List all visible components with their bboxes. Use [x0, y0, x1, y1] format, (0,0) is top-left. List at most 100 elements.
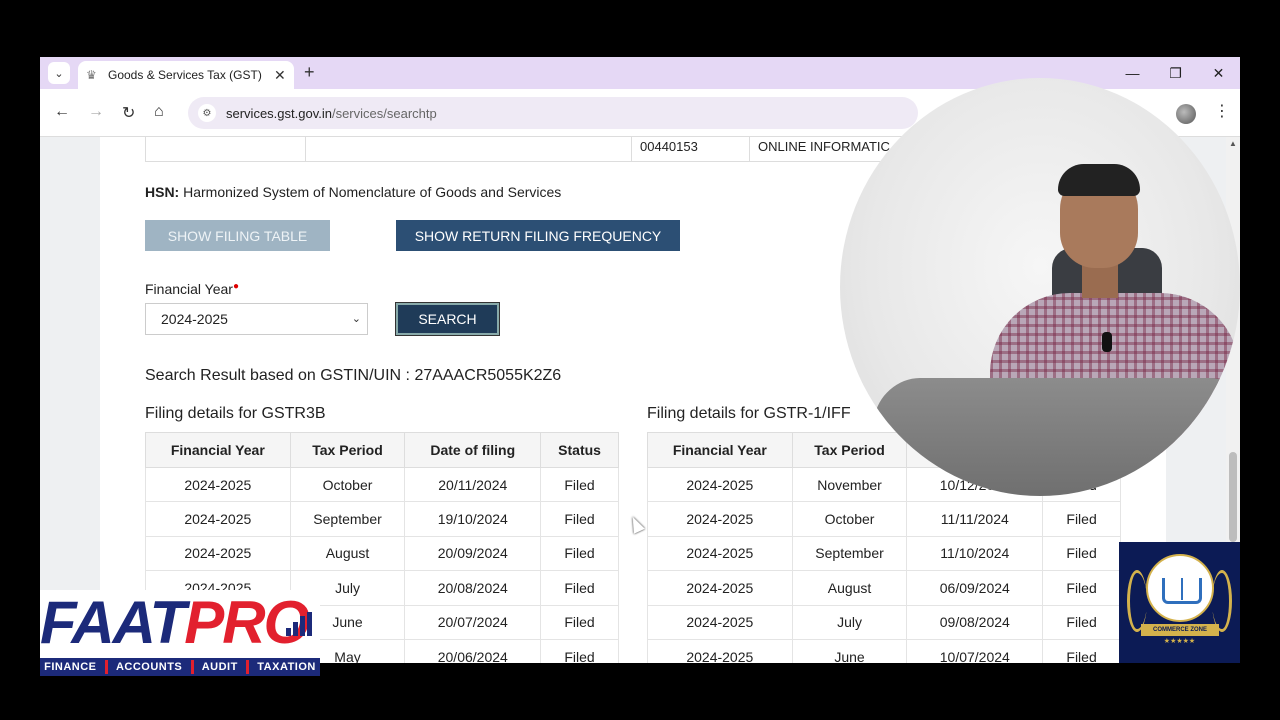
browser-tab-gst[interactable]: ♛ Goods & Services Tax (GST) | Se ✕ [78, 61, 294, 89]
table-row: 2024-2025 September 19/10/2024 Filed [145, 501, 619, 537]
table-cell: 2024-2025 [647, 638, 793, 663]
table-row: 2024-2025 October 11/11/2024 Filed [647, 501, 1121, 537]
table-cell: 20/07/2024 [404, 604, 542, 640]
search-result-heading: Search Result based on GSTIN/UIN : 27AAA… [145, 367, 562, 384]
table-cell: 2024-2025 [145, 466, 291, 503]
column-header: Tax Period [289, 432, 406, 468]
faatpro-tagline: FINANCE ACCOUNTS AUDIT TAXATION [40, 658, 320, 676]
close-window-icon[interactable]: ✕ [1197, 57, 1240, 89]
reload-icon[interactable]: ↻ [122, 103, 135, 123]
tab-search-chevron-icon[interactable]: ⌄ [48, 62, 70, 84]
column-header: Status [540, 432, 619, 468]
table-cell: 2024-2025 [647, 570, 793, 606]
faat-text: FAAT [40, 589, 186, 656]
empty-cell [145, 137, 305, 162]
tab-close-icon[interactable]: ✕ [274, 67, 286, 84]
show-filing-table-button[interactable]: SHOW FILING TABLE [145, 220, 330, 251]
table-row: 2024-2025 September 11/10/2024 Filed [647, 535, 1121, 572]
window-controls: — ❐ ✕ [1111, 57, 1240, 89]
table-cell: September [791, 535, 908, 572]
laurel-right-icon [1212, 570, 1232, 632]
faatpro-wordmark: FAATPRO [40, 588, 310, 657]
bar-chart-icon [286, 612, 312, 636]
financial-year-label: Financial Year● [145, 281, 239, 297]
profile-avatar[interactable] [1176, 104, 1196, 124]
description-cell: ONLINE INFORMATIC [749, 137, 899, 162]
minimize-icon[interactable]: — [1111, 57, 1154, 89]
search-button[interactable]: SEARCH [395, 302, 500, 336]
table-cell: Filed [540, 501, 619, 537]
table-cell: Filed [540, 466, 619, 503]
column-header: Financial Year [145, 432, 291, 468]
table-row: 2024-2025 August 20/09/2024 Filed [145, 535, 619, 572]
table-cell: 2024-2025 [145, 501, 291, 537]
table-cell: Filed [1042, 604, 1121, 640]
table-cell: Filed [1042, 638, 1121, 663]
hsn-text: Harmonized System of Nomenclature of Goo… [183, 184, 562, 200]
forward-arrow-icon[interactable]: → [88, 103, 104, 121]
table-cell: 20/08/2024 [404, 570, 542, 606]
table-cell: August [289, 535, 406, 572]
tab-title: Goods & Services Tax (GST) | Se [108, 68, 266, 82]
financial-year-label-text: Financial Year [145, 281, 233, 297]
table-row: 2024-2025 July 09/08/2024 Filed [647, 604, 1121, 640]
hsn-note: HSN: Harmonized System of Nomenclature o… [145, 184, 561, 200]
code-cell: 00440153 [631, 137, 749, 162]
table-cell: 06/09/2024 [906, 570, 1044, 606]
required-marker-icon: ● [232, 281, 239, 292]
gst-emblem-icon: ♛ [86, 68, 97, 82]
new-tab-plus-icon[interactable]: + [304, 62, 315, 83]
address-bar[interactable]: ⚙ services.gst.gov.in/services/searchtp [188, 97, 918, 129]
table-cell: August [791, 570, 908, 606]
star-rating-icon: ★★★★★ [1163, 638, 1196, 645]
table-cell: 2024-2025 [145, 535, 291, 572]
table-cell: September [289, 501, 406, 537]
table-cell: October [791, 501, 908, 537]
table-cell: Filed [1042, 501, 1121, 537]
emblem-circle [1146, 554, 1214, 622]
gstr1-title: Filing details for GSTR-1/IFF [647, 405, 851, 422]
table-cell: 20/06/2024 [404, 638, 542, 663]
table-cell: October [289, 466, 406, 503]
table-cell: Filed [1042, 570, 1121, 606]
table-cell: 09/08/2024 [906, 604, 1044, 640]
presenter-webcam-overlay [840, 78, 1240, 496]
show-return-filing-frequency-button[interactable]: SHOW RETURN FILING FREQUENCY [396, 220, 680, 251]
column-header: Financial Year [647, 432, 793, 468]
table-row: 2024-2025 June 10/07/2024 Filed [647, 638, 1121, 663]
laurel-left-icon [1127, 570, 1147, 632]
financial-year-select[interactable]: 2024-2025 ⌄ [145, 303, 368, 335]
back-arrow-icon[interactable]: ← [54, 103, 70, 121]
home-icon[interactable]: ⌂ [154, 103, 164, 121]
more-menu-icon[interactable]: ⋮ [1214, 101, 1230, 121]
table-row: 2024-2025 August 06/09/2024 Filed [647, 570, 1121, 606]
table-header-row: Financial Year Tax Period Date of filing… [145, 432, 619, 468]
table-cell: Filed [540, 604, 619, 640]
scroll-up-arrow-icon[interactable]: ▲ [1229, 139, 1237, 148]
desk [860, 378, 1240, 496]
table-cell: Filed [1042, 535, 1121, 572]
gstr3b-title: Filing details for GSTR3B [145, 405, 326, 422]
column-header: Date of filing [404, 432, 542, 468]
table-cell: 2024-2025 [647, 501, 793, 537]
table-cell: Filed [540, 570, 619, 606]
table-cell: 20/09/2024 [404, 535, 542, 572]
table-cell: 10/07/2024 [906, 638, 1044, 663]
tagline-item: TAXATION [257, 661, 316, 673]
table-cell: 2024-2025 [647, 535, 793, 572]
tagline-item: AUDIT [201, 661, 238, 673]
restore-icon[interactable]: ❐ [1154, 57, 1197, 89]
presenter-hair [1058, 164, 1140, 196]
tagline-item: FINANCE [44, 661, 97, 673]
site-info-icon[interactable]: ⚙ [198, 104, 216, 122]
url-text: services.gst.gov.in/services/searchtp [226, 106, 437, 121]
faatpro-logo: FAATPRO FINANCE ACCOUNTS AUDIT TAXATION [40, 588, 320, 676]
open-book-icon [1162, 578, 1202, 604]
table-row: 2024-2025 October 20/11/2024 Filed [145, 466, 619, 503]
empty-cell [305, 137, 631, 162]
chevron-down-icon: ⌄ [351, 313, 361, 325]
tagline-item: ACCOUNTS [115, 661, 183, 673]
url-host: services.gst.gov.in [226, 105, 332, 121]
logo-ribbon: COMMERCE ZONE [1141, 624, 1219, 636]
table-cell: 19/10/2024 [404, 501, 542, 537]
